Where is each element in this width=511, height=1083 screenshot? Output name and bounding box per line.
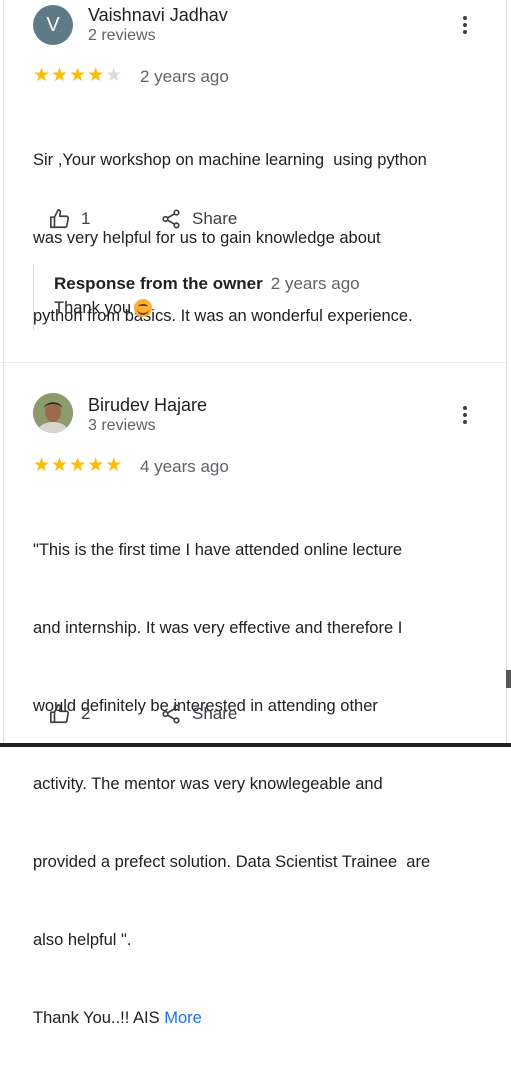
share-button[interactable]: Share [160,208,237,230]
share-icon [162,209,180,229]
reviewer-name[interactable]: Vaishnavi Jadhav [88,5,228,26]
share-icon [162,704,180,724]
star-icon: ★ [87,65,105,86]
share-label: Share [192,704,238,723]
like-count: 2 [81,704,91,723]
review-text-line: activity. The mentor was very knowlegeab… [33,775,383,793]
more-vert-icon[interactable] [455,13,475,37]
star-icon: ★ [51,65,69,86]
owner-response: Response from the owner 2 years ago Thank… [33,264,494,331]
review-text-line: would definitely be interested in attend… [33,697,378,715]
like-button[interactable]: 1 [49,208,90,230]
reviewer-review-count: 2 reviews [88,27,156,44]
star-icon: ★ [105,65,123,86]
star-icon: ★ [87,455,105,476]
reviewer-review-count: 3 reviews [88,417,156,434]
more-link[interactable]: More [164,1009,202,1027]
review-text-line: was very helpful for us to gain knowledg… [33,229,381,247]
profile-photo-icon [33,393,73,433]
left-border [3,0,4,747]
review-text: "This is the first time I have attended … [33,485,483,1083]
review-text-line: "This is the first time I have attended … [33,541,403,559]
like-count: 1 [81,209,91,228]
share-label: Share [192,209,238,228]
owner-response-date: 2 years ago [270,274,360,293]
like-button[interactable]: 2 [49,703,90,725]
review-date: 2 years ago [140,67,229,86]
right-border [506,0,507,747]
review-text: Sir ,Your workshop on machine learning u… [33,95,483,381]
thumbs-up-icon [50,704,70,724]
review-divider [0,362,506,363]
bottom-edge [0,743,511,747]
owner-response-label: Response from the owner [54,274,263,293]
review-date: 4 years ago [140,457,229,476]
review-text-line: Thank You..!! AIS More [33,1005,483,1031]
review-text-line: also helpful ". [33,931,132,949]
star-icon: ★ [33,65,51,86]
owner-response-text: Thank you [54,299,132,317]
avatar[interactable]: V [33,5,73,45]
more-vert-icon[interactable] [455,403,475,427]
star-icon: ★ [51,455,69,476]
star-icon: ★ [69,455,87,476]
avatar[interactable] [33,393,73,433]
star-rating: ★ ★ ★ ★ ★ [33,456,122,476]
review-text-last: Thank You..!! AIS [33,1009,160,1027]
reviewer-name[interactable]: Birudev Hajare [88,395,207,416]
review-text-line: Sir ,Your workshop on machine learning u… [33,151,427,169]
star-rating: ★ ★ ★ ★ ★ [33,66,122,86]
star-icon: ★ [69,65,87,86]
thumbs-up-icon [50,209,70,229]
review-text-line: and internship. It was very effective an… [33,619,403,637]
review-text-line: provided a prefect solution. Data Scient… [33,853,431,871]
smile-emoji-icon [134,299,153,317]
scrollbar-thumb[interactable] [506,670,511,688]
star-icon: ★ [105,455,123,476]
star-icon: ★ [33,455,51,476]
share-button[interactable]: Share [160,703,237,725]
